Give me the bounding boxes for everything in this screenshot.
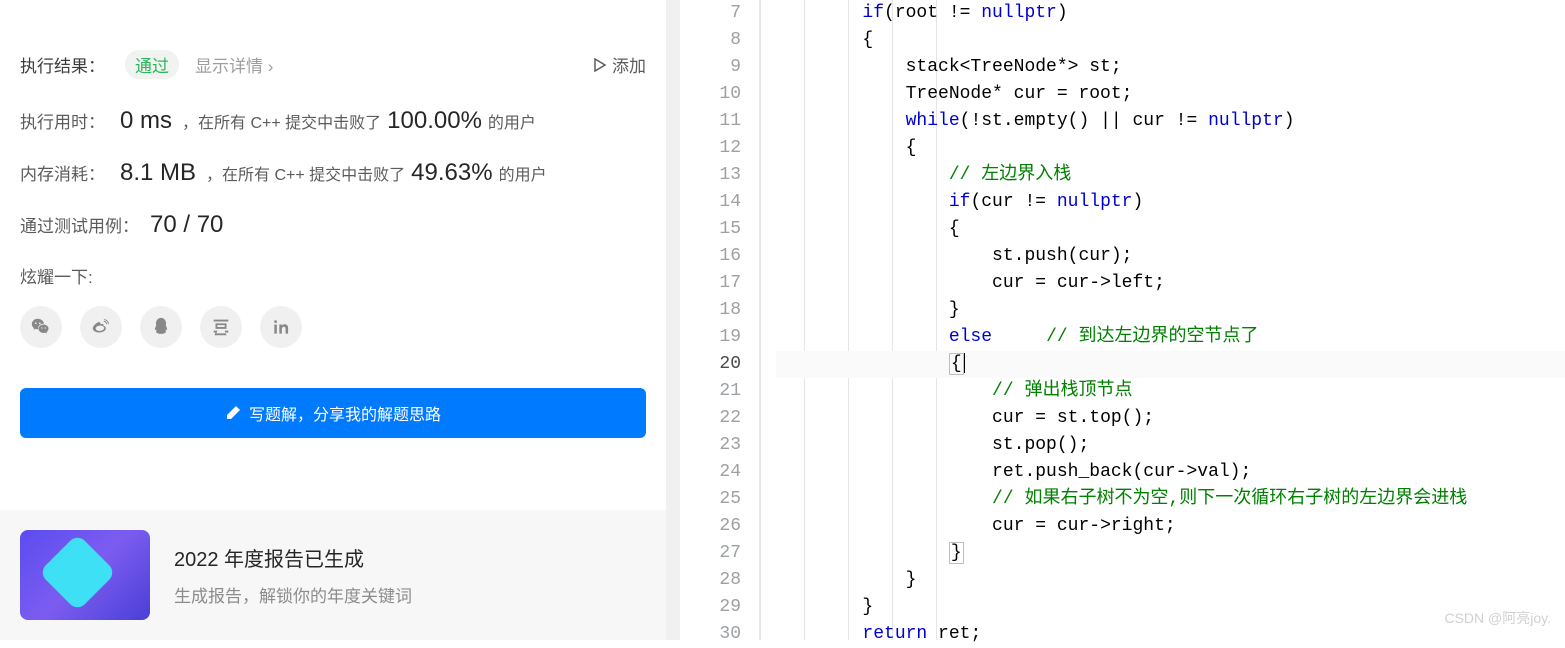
code-line[interactable]: { <box>776 216 1565 243</box>
code-line[interactable]: // 弹出栈顶节点 <box>776 378 1565 405</box>
add-note-button[interactable]: 添加 <box>593 52 646 77</box>
code-line[interactable]: stack<TreeNode*> st; <box>776 54 1565 81</box>
wechat-icon[interactable] <box>20 306 62 348</box>
code-line[interactable]: } <box>776 540 1565 567</box>
share-label: 炫耀一下: <box>20 263 646 288</box>
code-line[interactable]: st.push(cur); <box>776 243 1565 270</box>
code-line[interactable]: TreeNode* cur = root; <box>776 81 1565 108</box>
code-line[interactable]: st.pop(); <box>776 432 1565 459</box>
result-panel: 执行结果： 通过 显示详情 › 添加 执行用时： 0 ms ，在所有 C++ 提… <box>0 0 680 640</box>
status-badge: 通过 <box>125 50 179 79</box>
code-line[interactable]: if(cur != nullptr) <box>776 189 1565 216</box>
code-editor[interactable]: 7891011121314151617181920212223242526272… <box>680 0 1565 640</box>
result-header: 执行结果： 通过 显示详情 › 添加 <box>20 50 646 79</box>
memory-percent: 49.63% <box>411 159 492 187</box>
code-line[interactable]: while(!st.empty() || cur != nullptr) <box>776 108 1565 135</box>
code-line[interactable]: else // 到达左边界的空节点了 <box>776 324 1565 351</box>
qq-icon[interactable] <box>140 306 182 348</box>
report-title: 2022 年度报告已生成 <box>174 543 412 572</box>
annual-report-banner[interactable]: 2022 年度报告已生成 生成报告，解锁你的年度关键词 <box>0 510 666 640</box>
code-line[interactable]: if(root != nullptr) <box>776 0 1565 27</box>
exec-time-value: 0 ms <box>120 107 172 135</box>
code-line[interactable]: } <box>776 567 1565 594</box>
code-line[interactable]: { <box>776 351 1565 378</box>
code-line[interactable]: cur = cur->right; <box>776 513 1565 540</box>
line-gutter: 7891011121314151617181920212223242526272… <box>680 0 760 640</box>
report-image <box>20 530 150 620</box>
memory-row: 内存消耗： 8.1 MB ，在所有 C++ 提交中击败了 49.63% 的用户 <box>20 159 646 187</box>
report-subtitle: 生成报告，解锁你的年度关键词 <box>174 582 412 607</box>
code-line[interactable]: { <box>776 135 1565 162</box>
code-line[interactable]: // 左边界入栈 <box>776 162 1565 189</box>
code-line[interactable]: ret.push_back(cur->val); <box>776 459 1565 486</box>
watermark: CSDN @阿亮joy. <box>1444 605 1551 632</box>
play-icon <box>593 58 607 72</box>
show-detail-link[interactable]: 显示详情 › <box>195 52 273 77</box>
result-label: 执行结果： <box>20 52 105 77</box>
douban-icon[interactable] <box>200 306 242 348</box>
exec-time-percent: 100.00% <box>387 107 482 135</box>
pencil-icon <box>225 405 241 421</box>
exec-time-row: 执行用时： 0 ms ，在所有 C++ 提交中击败了 100.00% 的用户 <box>20 107 646 135</box>
test-cases-row: 通过测试用例： 70 / 70 <box>20 211 646 239</box>
code-line[interactable]: cur = cur->left; <box>776 270 1565 297</box>
code-line[interactable]: // 如果右子树不为空,则下一次循环右子树的左边界会进栈 <box>776 486 1565 513</box>
linkedin-icon[interactable] <box>260 306 302 348</box>
weibo-icon[interactable] <box>80 306 122 348</box>
code-line[interactable]: cur = st.top(); <box>776 405 1565 432</box>
code-line[interactable]: } <box>776 297 1565 324</box>
memory-value: 8.1 MB <box>120 159 196 187</box>
code-line[interactable]: { <box>776 27 1565 54</box>
test-cases-value: 70 / 70 <box>150 211 223 239</box>
write-solution-button[interactable]: 写题解，分享我的解题思路 <box>20 388 646 438</box>
code-area[interactable]: if(root != nullptr) { stack<TreeNode*> s… <box>760 0 1565 640</box>
share-icons <box>20 306 646 348</box>
